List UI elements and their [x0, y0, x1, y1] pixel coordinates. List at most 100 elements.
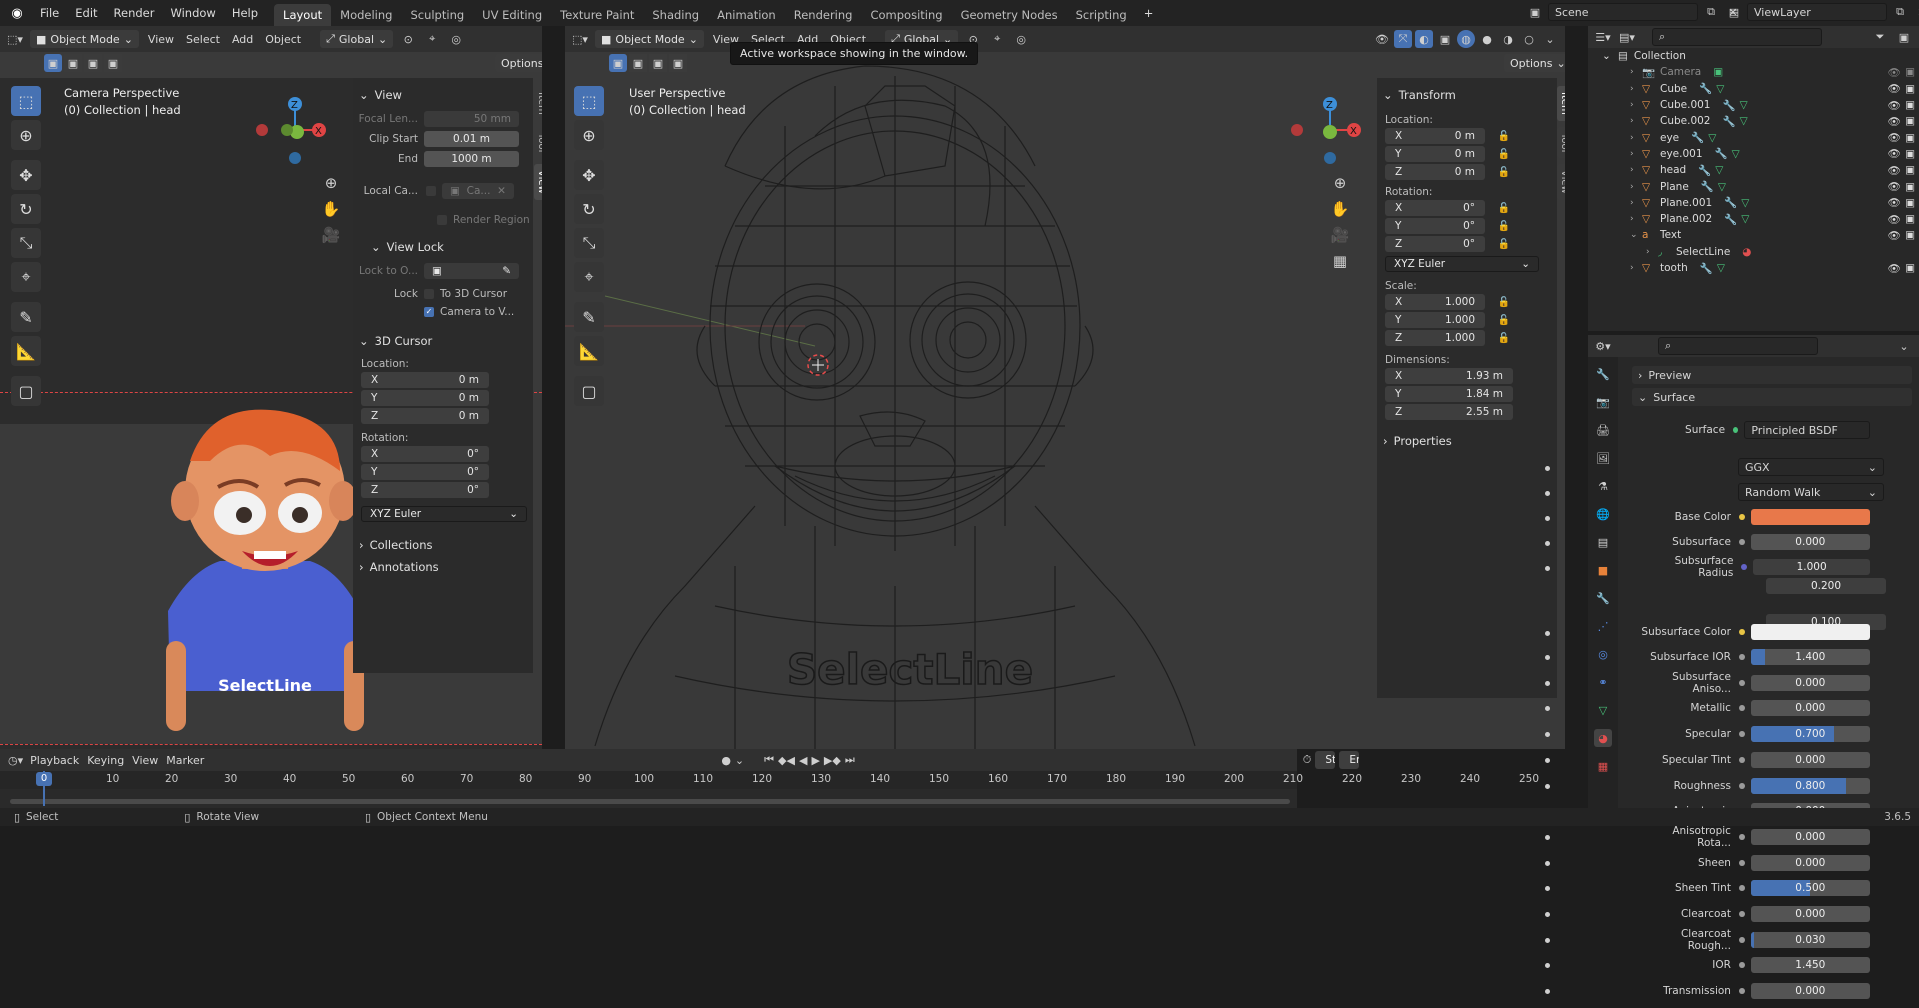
camera-render-icon[interactable]: ▣ [1905, 229, 1915, 241]
dimension-y-field[interactable]: Y 1.84 m [1385, 386, 1513, 402]
eye-icon[interactable]: 👁 [1888, 66, 1901, 79]
outliner-item-plane[interactable]: › ▽ Plane 🔧 ▽ 👁 ▣ [1588, 178, 1919, 194]
tab-tool[interactable]: Tool [534, 126, 542, 159]
camera-render-icon[interactable]: ▣ [1905, 99, 1915, 111]
select-new-icon[interactable]: ▣ [44, 54, 62, 72]
outliner-item-camera[interactable]: › 📷 Camera ▣ 👁 ▣ [1588, 64, 1919, 80]
tab-tool[interactable]: Tool [1557, 126, 1565, 159]
display-mode-icon[interactable]: ▤▾ [1618, 28, 1636, 46]
distribution-dropdown[interactable]: GGX ⌄ [1738, 458, 1884, 476]
clip-start-field[interactable]: 0.01 m [424, 131, 519, 147]
timeline-scrollbar[interactable] [10, 799, 1290, 804]
zoom-icon[interactable]: ⊕ [1331, 174, 1349, 192]
subsurface-radius-x-field[interactable]: 1.000 [1753, 559, 1870, 575]
slider-field[interactable]: 1.400 [1750, 649, 1871, 665]
cursor-location-x-field[interactable]: X 0 m [361, 372, 489, 388]
collection-tab-icon[interactable]: ▤ [1594, 533, 1612, 551]
editor-type-icon[interactable]: ⚙▾ [1594, 337, 1612, 355]
delete-view-layer-icon[interactable]: ✕ [1913, 3, 1919, 21]
modifier-wrench-icon[interactable]: 🔧 [1724, 213, 1737, 226]
chevron-down-icon[interactable]: ⌄ [735, 751, 744, 769]
location-x-field[interactable]: X 0 m [1385, 128, 1485, 144]
tab-geometry-nodes[interactable]: Geometry Nodes [952, 4, 1067, 26]
select-intersect-icon[interactable]: ▣ [104, 54, 122, 72]
lock-icon[interactable]: 🔓 [1495, 311, 1513, 329]
eye-icon[interactable]: 👁 [1888, 213, 1901, 226]
eye-icon[interactable]: 👁 [1888, 164, 1901, 177]
annotations-section-header[interactable]: › Annotations [353, 556, 533, 578]
pan-hand-icon[interactable]: ✋ [1331, 200, 1350, 218]
mesh-data-icon[interactable]: ▽ [1715, 164, 1723, 176]
physics-tab-icon[interactable]: ◎ [1594, 645, 1612, 663]
right-viewport[interactable]: ⬚▾ ■ Object Mode ⌄ View Select Add Object … [565, 26, 1565, 749]
cursor-rotation-z-field[interactable]: Z 0° [361, 482, 489, 498]
preview-panel-header[interactable]: › Preview [1632, 366, 1912, 384]
transform-tool-icon[interactable]: ⌖ [574, 262, 604, 292]
close-icon[interactable]: ✕ [497, 185, 506, 197]
camera-render-icon[interactable]: ▣ [1905, 132, 1915, 144]
camera-view-icon[interactable]: 🎥 [322, 226, 341, 244]
scale-tool-icon[interactable]: ⤡ [574, 228, 604, 258]
new-view-layer-icon[interactable]: ⧉ [1891, 3, 1909, 21]
playhead-frame-badge[interactable]: 0 [36, 772, 52, 786]
slider-field[interactable]: 0.000 [1750, 700, 1871, 717]
auto-keying-record-icon[interactable]: ● [721, 751, 731, 769]
navigation-gizmo[interactable]: Z X [1280, 86, 1370, 176]
chevron-right-icon[interactable]: › [1630, 214, 1642, 224]
lock-icon[interactable]: 🔓 [1495, 293, 1513, 311]
keyframe-dot-icon[interactable] [1545, 783, 1550, 789]
ortho-grid-icon[interactable]: ▦ [1331, 252, 1349, 270]
menu-add[interactable]: Add [229, 33, 256, 46]
eye-icon[interactable]: 👁 [1888, 229, 1901, 242]
add-cube-tool-icon[interactable]: ▢ [11, 376, 41, 406]
start-frame-field[interactable]: Start1 [1315, 751, 1336, 769]
subsurface-color-swatch[interactable] [1750, 624, 1871, 640]
tab-rendering[interactable]: Rendering [785, 4, 862, 26]
measure-tool-icon[interactable]: 📐 [11, 336, 41, 366]
mesh-data-icon[interactable]: ▽ [1740, 99, 1748, 111]
tab-layout[interactable]: Layout [274, 4, 332, 26]
outliner-item-eye-001[interactable]: › ▽ eye.001 🔧 ▽ 👁 ▣ [1588, 146, 1919, 162]
scene-tab-icon[interactable]: ⚗ [1594, 477, 1612, 495]
rotation-z-field[interactable]: Z 0° [1385, 236, 1485, 252]
particles-tab-icon[interactable]: ⋰ [1594, 617, 1612, 635]
select-subtract-icon[interactable]: ▣ [84, 54, 102, 72]
modifier-wrench-icon[interactable]: 🔧 [1715, 147, 1728, 160]
lock-icon[interactable]: 🔓 [1495, 145, 1513, 163]
tab-texture-paint[interactable]: Texture Paint [551, 4, 643, 26]
snap-icon[interactable]: ⌖ [423, 30, 441, 48]
view-section-header[interactable]: ⌄ View [353, 84, 533, 106]
object-tab-icon[interactable]: ■ [1594, 561, 1612, 579]
scale-y-field[interactable]: Y 1.000 [1385, 312, 1485, 328]
outliner-item-head[interactable]: › ▽ head 🔧 ▽ 👁 ▣ [1588, 162, 1919, 178]
annotate-tool-icon[interactable]: ✎ [574, 302, 604, 332]
surface-panel-header[interactable]: ⌄ Surface [1632, 388, 1912, 406]
view-layer-tab-icon[interactable]: 🖼 [1594, 449, 1612, 467]
menu-object[interactable]: Object [262, 33, 304, 46]
slider-field[interactable]: 0.500 [1750, 880, 1871, 897]
mesh-data-icon[interactable]: ▽ [1732, 148, 1740, 160]
texture-tab-icon[interactable]: ▦ [1594, 757, 1612, 775]
rotation-x-field[interactable]: X 0° [1385, 200, 1485, 216]
world-tab-icon[interactable]: 🌐 [1594, 505, 1612, 523]
rotation-mode-dropdown[interactable]: XYZ Euler ⌄ [1385, 256, 1539, 272]
location-z-field[interactable]: Z 0 m [1385, 164, 1485, 180]
camera-render-icon[interactable]: ▣ [1905, 66, 1915, 78]
tab-compositing[interactable]: Compositing [861, 4, 951, 26]
scale-tool-icon[interactable]: ⤡ [11, 228, 41, 258]
clip-end-field[interactable]: 1000 m [424, 151, 519, 167]
chevron-right-icon[interactable]: › [1646, 247, 1658, 257]
menu-help[interactable]: Help [224, 0, 266, 26]
subsurface-radius-y-field[interactable]: 0.200 [1766, 578, 1886, 594]
local-camera-field[interactable]: Ca... [467, 185, 491, 197]
scene-field[interactable]: Scene [1548, 3, 1698, 21]
collections-section-header[interactable]: › Collections [353, 534, 533, 556]
outliner-item-cube[interactable]: › ▽ Cube 🔧 ▽ 👁 ▣ [1588, 81, 1919, 97]
play-icon[interactable]: ▶ [811, 751, 819, 769]
outliner-item-plane-001[interactable]: › ▽ Plane.001 🔧 ▽ 👁 ▣ [1588, 195, 1919, 211]
slider-field[interactable]: 0.000 [1750, 854, 1871, 871]
menu-select[interactable]: Select [183, 33, 223, 46]
tab-uv-editing[interactable]: UV Editing [473, 4, 551, 26]
outliner-item-plane-002[interactable]: › ▽ Plane.002 🔧 ▽ 👁 ▣ [1588, 211, 1919, 227]
tab-view[interactable]: View [1557, 164, 1565, 200]
